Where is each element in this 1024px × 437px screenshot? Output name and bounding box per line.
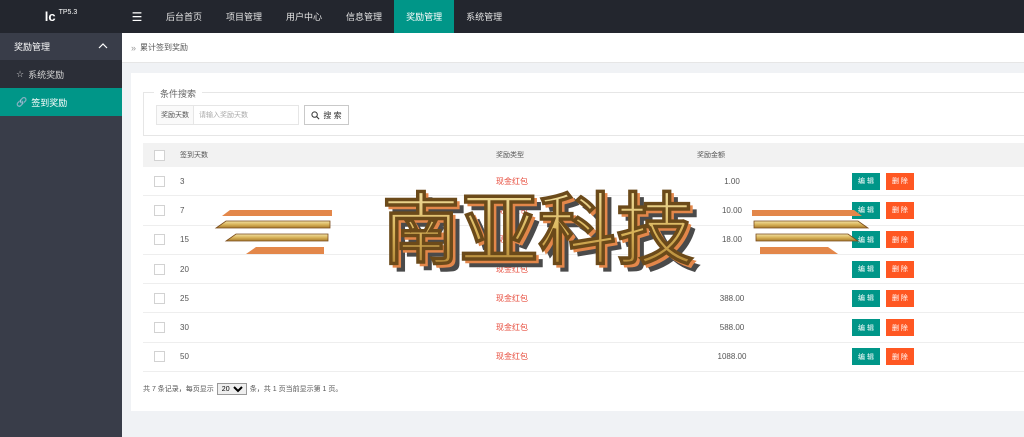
rewards-table: 签到天数 奖励类型 奖励金额 3 现金红包 1.00 编 辑删 除 7 现金红包… [143, 143, 1024, 373]
cell-amount: 10.00 [721, 205, 743, 215]
search-fieldset: 条件搜索 奖励天数 搜 索 [143, 87, 1024, 136]
delete-button[interactable]: 删 除 [885, 289, 914, 307]
edit-button[interactable]: 编 辑 [852, 319, 880, 337]
cell-type: 现金红包 [496, 293, 528, 303]
sidebar-item-label: 签到奖励 [31, 97, 68, 108]
breadcrumb: » 累计签到奖励 [122, 33, 1024, 63]
table-row: 7 现金红包 10.00 编 辑删 除 [143, 196, 1024, 226]
edit-button[interactable]: 编 辑 [852, 260, 880, 278]
nav-system[interactable]: 系统管理 [454, 0, 514, 33]
logo: lc TP5.3 [0, 0, 122, 33]
sidebar-group-label: 奖励管理 [14, 42, 51, 52]
search-legend: 条件搜索 [154, 87, 203, 100]
link-icon: 🔗 [16, 96, 28, 107]
cell-type: 现金红包 [496, 264, 528, 274]
row-checkbox[interactable] [153, 204, 165, 216]
breadcrumb-label: 累计签到奖励 [140, 43, 189, 52]
search-button[interactable]: 搜 索 [304, 105, 349, 125]
cell-type: 现金红包 [496, 176, 528, 186]
table-row: 25 现金红包 388.00 编 辑删 除 [143, 284, 1024, 314]
search-label: 奖励天数 [156, 105, 194, 125]
cell-days: 20 [180, 264, 189, 274]
top-bar: lc TP5.3 ☰ 后台首页 项目管理 用户中心 信息管理 奖励管理 系统管理 [0, 0, 1024, 33]
sidebar-item-checkin-reward[interactable]: 🔗 签到奖励 [0, 88, 122, 116]
row-checkbox[interactable] [153, 263, 165, 275]
logo-text: lc [44, 9, 56, 24]
header-amount: 奖励金额 [697, 152, 725, 159]
cell-amount: 18.00 [721, 235, 743, 245]
row-checkbox[interactable] [153, 322, 165, 334]
cell-type: 现金红包 [496, 323, 528, 333]
cell-amount: 388.00 [719, 293, 745, 303]
cell-type: 现金红包 [496, 352, 528, 362]
cell-type: 现金红包 [496, 235, 528, 245]
row-checkbox[interactable] [153, 292, 165, 304]
nav-home[interactable]: 后台首页 [154, 0, 214, 33]
cell-days: 3 [180, 176, 185, 186]
cell-days: 50 [180, 352, 189, 362]
delete-button[interactable]: 删 除 [885, 319, 914, 337]
pagination: 共 7 条记录，每页显示 20 条，共 1 页当前显示第 1 页。 [143, 383, 342, 395]
header-type: 奖励类型 [496, 152, 524, 159]
sidebar-item-system-reward[interactable]: ☆ 系统奖励 [0, 60, 122, 88]
edit-button[interactable]: 编 辑 [852, 201, 880, 219]
sidebar-group-rewards[interactable]: 奖励管理 [0, 33, 122, 60]
double-chevron-right-icon: » [131, 42, 137, 53]
pager-suffix: 条，共 1 页当前显示第 1 页。 [249, 386, 343, 393]
cell-days: 15 [180, 235, 189, 245]
table-row: 3 现金红包 1.00 编 辑删 除 [143, 167, 1024, 197]
nav-users[interactable]: 用户中心 [274, 0, 334, 33]
nav-rewards[interactable]: 奖励管理 [394, 0, 455, 33]
row-checkbox[interactable] [153, 234, 165, 246]
table-row: 20 现金红包 编 辑删 除 [143, 255, 1024, 285]
row-checkbox[interactable] [153, 351, 165, 363]
nav-projects[interactable]: 项目管理 [214, 0, 274, 33]
sidebar: 奖励管理 ☆ 系统奖励 🔗 签到奖励 [0, 33, 122, 437]
table-row: 30 现金红包 588.00 编 辑删 除 [143, 313, 1024, 343]
cell-amount: 1088.00 [717, 352, 747, 362]
cell-type: 现金红包 [496, 205, 528, 215]
select-all-checkbox[interactable] [153, 149, 165, 161]
top-nav: 后台首页 项目管理 用户中心 信息管理 奖励管理 系统管理 [154, 0, 514, 33]
page-size-select[interactable]: 20 [216, 383, 247, 395]
sidebar-item-label: 系统奖励 [28, 69, 65, 80]
edit-button[interactable]: 编 辑 [852, 231, 880, 249]
version-label: TP5.3 [58, 9, 78, 16]
cell-days: 25 [180, 293, 189, 303]
delete-button[interactable]: 删 除 [885, 201, 914, 219]
header-days: 签到天数 [180, 152, 208, 159]
delete-button[interactable]: 删 除 [885, 348, 914, 366]
sidebar-submenu: ☆ 系统奖励 🔗 签到奖励 [0, 60, 122, 116]
nav-info[interactable]: 信息管理 [334, 0, 394, 33]
reward-days-input[interactable] [194, 105, 299, 125]
edit-button[interactable]: 编 辑 [852, 289, 880, 307]
table-header: 签到天数 奖励类型 奖励金额 [143, 143, 1024, 167]
star-icon: ☆ [16, 68, 25, 79]
search-button-label: 搜 索 [323, 110, 342, 120]
cell-amount: 1.00 [724, 176, 740, 186]
edit-button[interactable]: 编 辑 [852, 172, 880, 190]
menu-toggle-icon[interactable]: ☰ [122, 0, 152, 33]
row-checkbox[interactable] [153, 175, 165, 187]
chevron-up-icon [98, 41, 108, 52]
table-row: 50 现金红包 1088.00 编 辑删 除 [143, 343, 1024, 373]
table-row: 15 现金红包 18.00 编 辑删 除 [143, 226, 1024, 255]
content-card: 条件搜索 奖励天数 搜 索 签到天数 奖励类型 奖励金额 3 现金红包 1.00… [131, 73, 1024, 411]
pager-prefix: 共 7 条记录，每页显示 [143, 386, 214, 393]
delete-button[interactable]: 删 除 [885, 231, 914, 249]
cell-amount: 588.00 [719, 323, 745, 333]
cell-days: 7 [180, 205, 185, 215]
cell-days: 30 [180, 323, 189, 333]
search-icon [311, 110, 320, 119]
delete-button[interactable]: 删 除 [885, 260, 914, 278]
edit-button[interactable]: 编 辑 [852, 348, 880, 366]
delete-button[interactable]: 删 除 [885, 172, 914, 190]
